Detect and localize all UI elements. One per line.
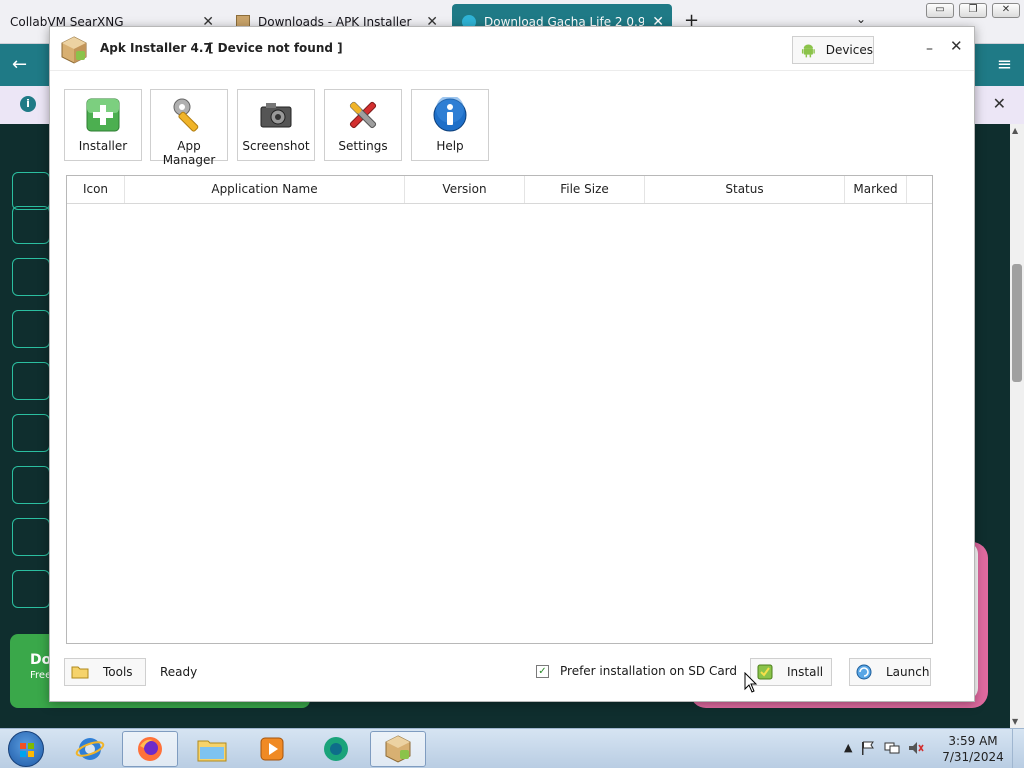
devices-button[interactable]: Devices — [792, 36, 874, 64]
sidebar-document-icon[interactable] — [12, 258, 50, 296]
windows-taskbar: ▲ 3:59 AM 7/31/2024 — [0, 728, 1024, 768]
install-check-icon — [757, 664, 773, 680]
tools-label: Tools — [103, 665, 133, 679]
screenshot-button[interactable]: Screenshot — [237, 89, 315, 161]
scroll-thumb[interactable] — [1012, 264, 1022, 382]
apk-title-bar: Apk Installer 4.7 [ Device not found ] D… — [50, 27, 974, 71]
apk-installer-window: Apk Installer 4.7 [ Device not found ] D… — [49, 26, 975, 702]
action-center-flag-icon[interactable] — [860, 741, 876, 755]
windows-logo-icon — [20, 743, 34, 757]
tray-expand-icon[interactable]: ▲ — [844, 741, 852, 755]
menu-icon[interactable]: ≡ — [997, 54, 1012, 75]
toolbar-label: App Manager — [162, 139, 216, 167]
taskbar-clock[interactable]: 3:59 AM 7/31/2024 — [940, 733, 1006, 765]
table-header: Icon Application Name Version File Size … — [67, 176, 932, 204]
sidebar-contact-icon[interactable] — [12, 206, 50, 244]
android-icon — [801, 44, 815, 58]
scroll-up-icon[interactable]: ▲ — [1012, 126, 1018, 135]
toolbar-label: Help — [436, 139, 464, 153]
page-scrollbar[interactable]: ▲ ▼ — [1010, 124, 1024, 728]
media-player-icon — [260, 737, 284, 761]
column-header-status[interactable]: Status — [645, 176, 845, 203]
sd-card-label[interactable]: Prefer installation on SD Card — [560, 664, 737, 678]
device-status: [ Device not found ] — [208, 41, 343, 55]
sidebar-bulb-icon[interactable] — [12, 518, 50, 556]
window-minimize-button[interactable]: ▭ — [926, 3, 954, 18]
column-header-icon[interactable]: Icon — [67, 176, 125, 203]
launch-button[interactable]: Launch — [849, 658, 931, 686]
installer-button[interactable]: Installer — [64, 89, 142, 161]
column-header-name[interactable]: Application Name — [125, 176, 405, 203]
tools-icon — [349, 101, 377, 129]
mouse-cursor-icon — [744, 672, 758, 693]
taskbar-apk-installer[interactable] — [370, 731, 426, 767]
tab-list-chevron-icon[interactable]: ⌄ — [856, 12, 866, 26]
column-header-version[interactable]: Version — [405, 176, 525, 203]
camera-icon — [260, 103, 292, 128]
launch-label: Launch — [886, 665, 930, 679]
tools-button[interactable]: Tools — [64, 658, 146, 686]
sidebar-calendar-icon[interactable] — [12, 310, 50, 348]
back-arrow-icon[interactable]: ← — [12, 54, 27, 75]
sd-card-checkbox[interactable]: ✓ — [536, 665, 549, 678]
application-table[interactable]: Icon Application Name Version File Size … — [66, 175, 933, 644]
folder-icon — [71, 666, 89, 679]
plus-icon — [86, 98, 120, 132]
info-icon — [433, 97, 467, 132]
folder-icon — [197, 740, 227, 762]
window-maximize-button[interactable]: ❐ — [959, 3, 987, 18]
window-close-button[interactable]: ✕ — [992, 3, 1020, 18]
app-title: Apk Installer 4.7 — [100, 41, 212, 55]
taskbar-media-player[interactable] — [244, 731, 300, 767]
wrench-icon — [173, 98, 199, 132]
taskbar-browser-app[interactable] — [308, 731, 364, 767]
system-tray: ▲ — [844, 741, 925, 755]
sidebar-list-icon[interactable] — [12, 172, 50, 210]
install-label: Install — [787, 665, 824, 679]
apk-minimize-button[interactable]: – — [926, 41, 933, 57]
internet-explorer-icon — [75, 738, 105, 760]
package-box-icon — [385, 735, 411, 763]
network-icon[interactable] — [884, 741, 900, 755]
settings-button[interactable]: Settings — [324, 89, 402, 161]
package-box-icon — [61, 36, 87, 64]
sidebar-chip-icon[interactable] — [12, 362, 50, 400]
apk-close-button[interactable]: ✕ — [950, 37, 963, 55]
scroll-down-icon[interactable]: ▼ — [1012, 717, 1018, 726]
app-manager-button[interactable]: App Manager — [150, 89, 228, 167]
column-header-file-size[interactable]: File Size — [525, 176, 645, 203]
firefox-icon — [138, 737, 162, 761]
install-button[interactable]: Install — [750, 658, 832, 686]
toolbar-label: Settings — [338, 139, 388, 153]
status-text: Ready — [160, 665, 198, 679]
clock-time: 3:59 AM — [948, 734, 998, 748]
toolbar-label: Screenshot — [242, 139, 310, 153]
info-icon: i — [20, 96, 36, 112]
volume-muted-icon[interactable] — [908, 741, 925, 755]
devices-label: Devices — [825, 43, 873, 57]
taskbar-file-explorer[interactable] — [184, 731, 240, 767]
sidebar-shield-icon[interactable] — [12, 466, 50, 504]
launch-refresh-icon — [856, 664, 872, 680]
sidebar-megaphone-icon[interactable] — [12, 414, 50, 452]
taskbar-firefox[interactable] — [122, 731, 178, 767]
show-desktop-button[interactable] — [1012, 729, 1024, 768]
column-header-marked[interactable]: Marked — [845, 176, 907, 203]
browser-globe-icon — [324, 737, 348, 761]
taskbar-internet-explorer[interactable] — [62, 731, 118, 767]
help-button[interactable]: Help — [411, 89, 489, 161]
sidebar-phone-icon[interactable] — [12, 570, 50, 608]
toolbar-label: Installer — [78, 139, 128, 153]
notification-close-icon[interactable]: ✕ — [993, 94, 1006, 113]
start-button[interactable] — [8, 731, 44, 767]
clock-date: 7/31/2024 — [942, 750, 1004, 764]
